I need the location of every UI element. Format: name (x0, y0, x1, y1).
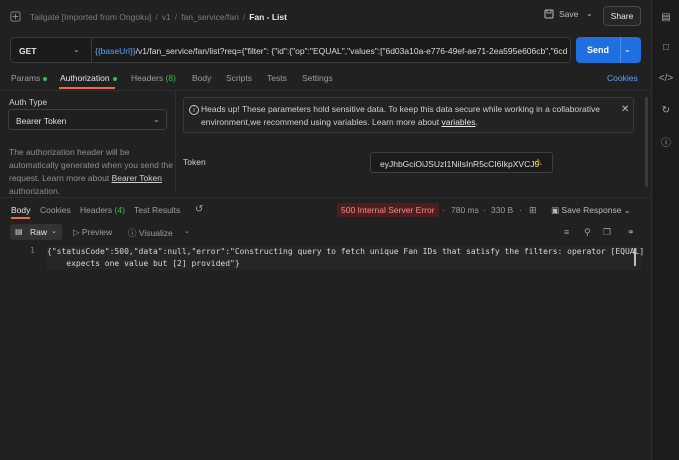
save-options-chevron-icon[interactable]: ⌄ (586, 9, 593, 18)
send-divider (620, 37, 621, 63)
response-size[interactable]: 330 B (491, 205, 513, 215)
response-meta-dot: · (442, 205, 445, 215)
raw-icon: ▤ (15, 227, 23, 236)
cookies-link[interactable]: Cookies (607, 73, 638, 83)
visualize-button[interactable]: ⓘ Visualize (128, 227, 173, 239)
documentation-icon[interactable]: ▤ (660, 11, 672, 23)
url-path: /v1/fan_service/fan/list?req={"filter": … (135, 46, 567, 56)
close-icon[interactable]: ✕ (621, 104, 629, 115)
preview-icon: ▷ (73, 227, 80, 237)
tab-tests[interactable]: Tests (267, 73, 287, 83)
preview-label: Preview (81, 227, 113, 237)
visualize-chevron-down-icon[interactable]: ⌄ (184, 227, 190, 235)
scroll-marker (634, 248, 639, 266)
info-icon[interactable]: ⓘ (660, 135, 672, 149)
tab-body[interactable]: Body (192, 73, 211, 83)
visualize-label: Visualize (138, 228, 173, 238)
warning-icon: ⚠ (534, 157, 543, 167)
breadcrumb-folder[interactable]: fan_service/fan (181, 12, 239, 22)
link-icon[interactable]: ⚭ (627, 227, 635, 238)
line-number: 1 (30, 246, 35, 255)
request-header: Tailgate [Imported from Ongoku] / v1/fan_s… (0, 0, 651, 33)
tab-headers[interactable]: Headers (8) (131, 73, 176, 83)
status-badge[interactable]: 500 Internal Server Error (337, 203, 439, 217)
save-response-icon: ▣ (551, 205, 560, 215)
copy-icon[interactable]: ❐ (603, 227, 611, 238)
breadcrumb: Tailgate [Imported from Ongoku] / v1/fan_s… (30, 12, 287, 22)
preview-button[interactable]: ▷ Preview (73, 227, 112, 238)
tab-scripts[interactable]: Scripts (226, 73, 252, 83)
chevron-down-icon: ⌄ (51, 228, 57, 235)
url-variable: {{baseUrl}} (95, 46, 136, 56)
save-label: Save (559, 9, 579, 19)
bearer-token-link[interactable]: Bearer Token (112, 173, 162, 183)
response-meta-dot: · (483, 205, 486, 215)
main-panel: Tailgate [Imported from Ongoku] / v1/fan_s… (0, 0, 651, 460)
scrollbar[interactable] (645, 97, 648, 187)
tab-response-body[interactable]: Body (11, 205, 30, 215)
method-chevron-down-icon[interactable]: ⌄ (73, 45, 80, 54)
auth-type-select[interactable]: Bearer Token ⌄ (8, 109, 167, 130)
page-title[interactable]: Fan - List (249, 12, 287, 22)
http-request-icon (10, 11, 21, 22)
save-button[interactable]: Save (544, 9, 578, 19)
related-collections-icon[interactable]: ↻ (660, 104, 672, 116)
tab-settings[interactable]: Settings (302, 73, 333, 83)
history-icon[interactable]: ↺ (195, 204, 203, 215)
method-select[interactable]: GET (19, 46, 36, 56)
tab-test-results[interactable]: Test Results (134, 205, 180, 215)
token-input[interactable]: eyJhbGciOiJSUzI1NiIsInR5cCI6IkpXVCJ9 ⚠ (370, 152, 553, 173)
url-input[interactable]: {{baseUrl}}/v1/fan_service/fan/list?req=… (95, 46, 567, 56)
format-select[interactable]: ▤ Raw ⌄ (10, 224, 62, 240)
token-label: Token (183, 157, 206, 167)
alert-text: Heads up! These parameters hold sensitiv… (201, 104, 600, 127)
save-icon (544, 9, 554, 19)
divider (0, 90, 651, 91)
response-body-line[interactable]: expects one value but [2] provided"} (47, 258, 239, 271)
url-divider (91, 38, 92, 62)
auth-active-dot (112, 76, 117, 81)
send-options-chevron-icon[interactable]: ⌄ (624, 45, 631, 54)
save-response-label: Save Response (561, 205, 622, 215)
info-icon: i (189, 105, 199, 115)
token-value: eyJhbGciOiJSUzI1NiIsInR5cCI6IkpXVCJ9 (380, 159, 540, 169)
variables-link[interactable]: variables (442, 117, 476, 127)
send-label: Send (586, 45, 609, 55)
chevron-down-icon: ⌄ (623, 205, 631, 215)
auth-type-value: Bearer Token (16, 116, 67, 126)
response-time[interactable]: 780 ms (451, 205, 479, 215)
code-icon[interactable]: </> (659, 72, 673, 84)
network-icon[interactable]: ⊞ (529, 205, 537, 216)
active-response-tab-indicator (11, 217, 30, 219)
format-label: Raw (30, 227, 48, 237)
response-meta-dot: · (519, 205, 522, 215)
visualize-icon: ⓘ (128, 228, 137, 238)
tab-authorization[interactable]: Authorization (60, 73, 117, 83)
response-body-line[interactable]: {"statusCode":500,"data":null,"error":"C… (47, 246, 644, 259)
auth-type-label: Auth Type (9, 97, 48, 107)
auth-help-text: The authorization header will be automat… (9, 147, 173, 196)
save-response-button[interactable]: ▣ Save Response ⌄ (551, 205, 631, 216)
filter-icon[interactable]: ≡ (564, 227, 569, 237)
right-sidebar: ▤ □ </> ↻ ⓘ (651, 0, 679, 460)
send-button[interactable]: Send ⌄ (576, 37, 641, 63)
request-tabs: Params Authorization Headers (8) Body Sc… (0, 70, 651, 88)
url-bar: GET ⌄ {{baseUrl}}/v1/fan_service/fan/lis… (10, 37, 571, 63)
breadcrumb-collection[interactable]: Tailgate [Imported from Ongoku] (30, 12, 151, 22)
divider (0, 197, 651, 198)
share-button[interactable]: Share (603, 6, 641, 26)
params-active-dot (43, 76, 48, 81)
tab-response-headers[interactable]: Headers (4) (80, 205, 125, 215)
auth-panel-divider (175, 91, 176, 194)
breadcrumb-version[interactable]: v1 (162, 12, 171, 22)
tab-params[interactable]: Params (11, 73, 48, 83)
search-icon[interactable]: ⚲ (584, 227, 591, 238)
sensitive-data-alert: i Heads up! These parameters hold sensit… (183, 97, 634, 133)
comments-icon[interactable]: □ (660, 41, 672, 53)
chevron-down-icon: ⌄ (153, 115, 160, 124)
active-tab-indicator (59, 87, 115, 89)
tab-response-cookies[interactable]: Cookies (40, 205, 71, 215)
